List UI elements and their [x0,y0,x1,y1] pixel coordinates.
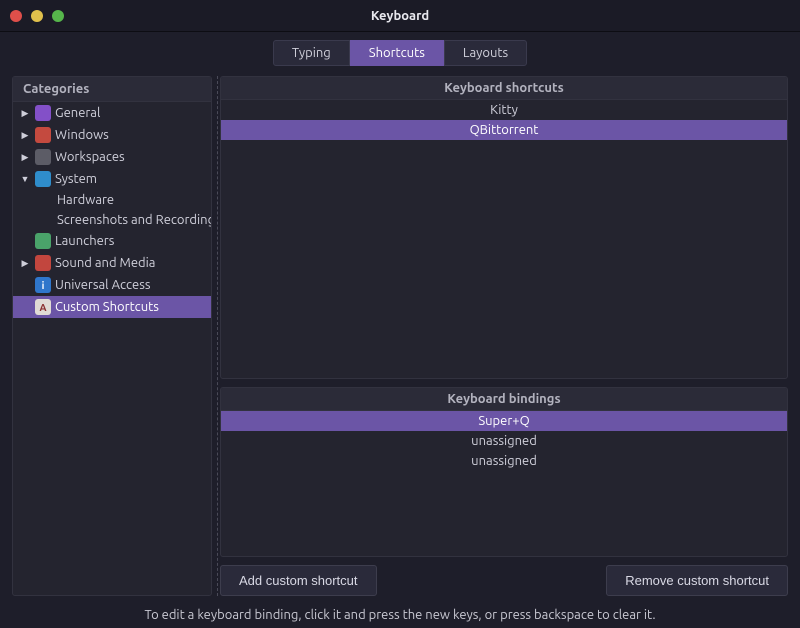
sidebar-item-label: Universal Access [55,278,150,292]
bindings-header: Keyboard bindings [221,388,787,411]
sidebar-item-label: Screenshots and Recording [57,213,211,227]
launchers-icon [35,233,51,249]
sidebar-item-label: System [55,172,97,186]
sidebar-item-label: Windows [55,128,109,142]
hint-text: To edit a keyboard binding, click it and… [0,596,800,622]
tab-typing[interactable]: Typing [273,40,350,66]
sidebar-item-label: Sound and Media [55,256,155,270]
universal-access-icon: i [35,277,51,293]
minimize-window-button[interactable] [31,10,43,22]
button-row: Add custom shortcut Remove custom shortc… [220,565,788,596]
window-title: Keyboard [0,9,800,23]
chevron-right-icon: ▶ [19,108,31,119]
chevron-right-icon: ▶ [19,152,31,163]
chevron-right-icon: ▶ [19,130,31,141]
categories-list: ▶ General ▶ Windows ▶ Workspaces ▼ System Hardwa… [13,102,211,595]
sidebar-item-launchers[interactable]: Launchers [13,230,211,252]
titlebar: Keyboard [0,0,800,32]
shortcuts-header: Keyboard shortcuts [221,77,787,100]
chevron-down-icon: ▼ [19,174,31,184]
binding-row[interactable]: Super+Q [221,411,787,431]
chevron-right-icon: ▶ [19,258,31,269]
tab-layouts[interactable]: Layouts [444,40,527,66]
right-column: Keyboard shortcuts KittyQBittorrent Keyb… [220,76,788,596]
sidebar-item-workspaces[interactable]: ▶ Workspaces [13,146,211,168]
sidebar-item-windows[interactable]: ▶ Windows [13,124,211,146]
remove-custom-shortcut-button[interactable]: Remove custom shortcut [606,565,788,596]
bindings-panel: Keyboard bindings Super+Qunassignedunass… [220,387,788,557]
tab-bar: TypingShortcutsLayouts [0,32,800,76]
sidebar-item-label: Hardware [57,193,114,207]
sidebar-item-label: Workspaces [55,150,125,164]
custom-shortcuts-icon: A [35,299,51,315]
windows-icon [35,127,51,143]
window-controls [0,10,64,22]
workspaces-icon [35,149,51,165]
maximize-window-button[interactable] [52,10,64,22]
system-icon [35,171,51,187]
sidebar-item-label: Custom Shortcuts [55,300,159,314]
content-area: Categories ▶ General ▶ Windows ▶ Workspaces ▼ S… [0,76,800,596]
sidebar-item-screenshots-and-recording[interactable]: Screenshots and Recording [13,210,211,230]
sidebar-item-label: General [55,106,100,120]
sidebar-item-system[interactable]: ▼ System [13,168,211,190]
sidebar-item-custom-shortcuts[interactable]: A Custom Shortcuts [13,296,211,318]
tab-shortcuts[interactable]: Shortcuts [350,40,444,66]
sound-icon [35,255,51,271]
shortcuts-panel: Keyboard shortcuts KittyQBittorrent [220,76,788,379]
sidebar-item-hardware[interactable]: Hardware [13,190,211,210]
shortcut-row[interactable]: QBittorrent [221,120,787,140]
sidebar-item-general[interactable]: ▶ General [13,102,211,124]
pane-splitter[interactable] [212,76,218,596]
general-icon [35,105,51,121]
binding-row[interactable]: unassigned [221,431,787,451]
categories-header: Categories [13,77,211,102]
categories-sidebar: Categories ▶ General ▶ Windows ▶ Workspaces ▼ S… [12,76,212,596]
sidebar-item-sound-and-media[interactable]: ▶ Sound and Media [13,252,211,274]
sidebar-item-label: Launchers [55,234,114,248]
binding-row[interactable]: unassigned [221,451,787,471]
sidebar-item-universal-access[interactable]: i Universal Access [13,274,211,296]
close-window-button[interactable] [10,10,22,22]
shortcut-row[interactable]: Kitty [221,100,787,120]
add-custom-shortcut-button[interactable]: Add custom shortcut [220,565,377,596]
